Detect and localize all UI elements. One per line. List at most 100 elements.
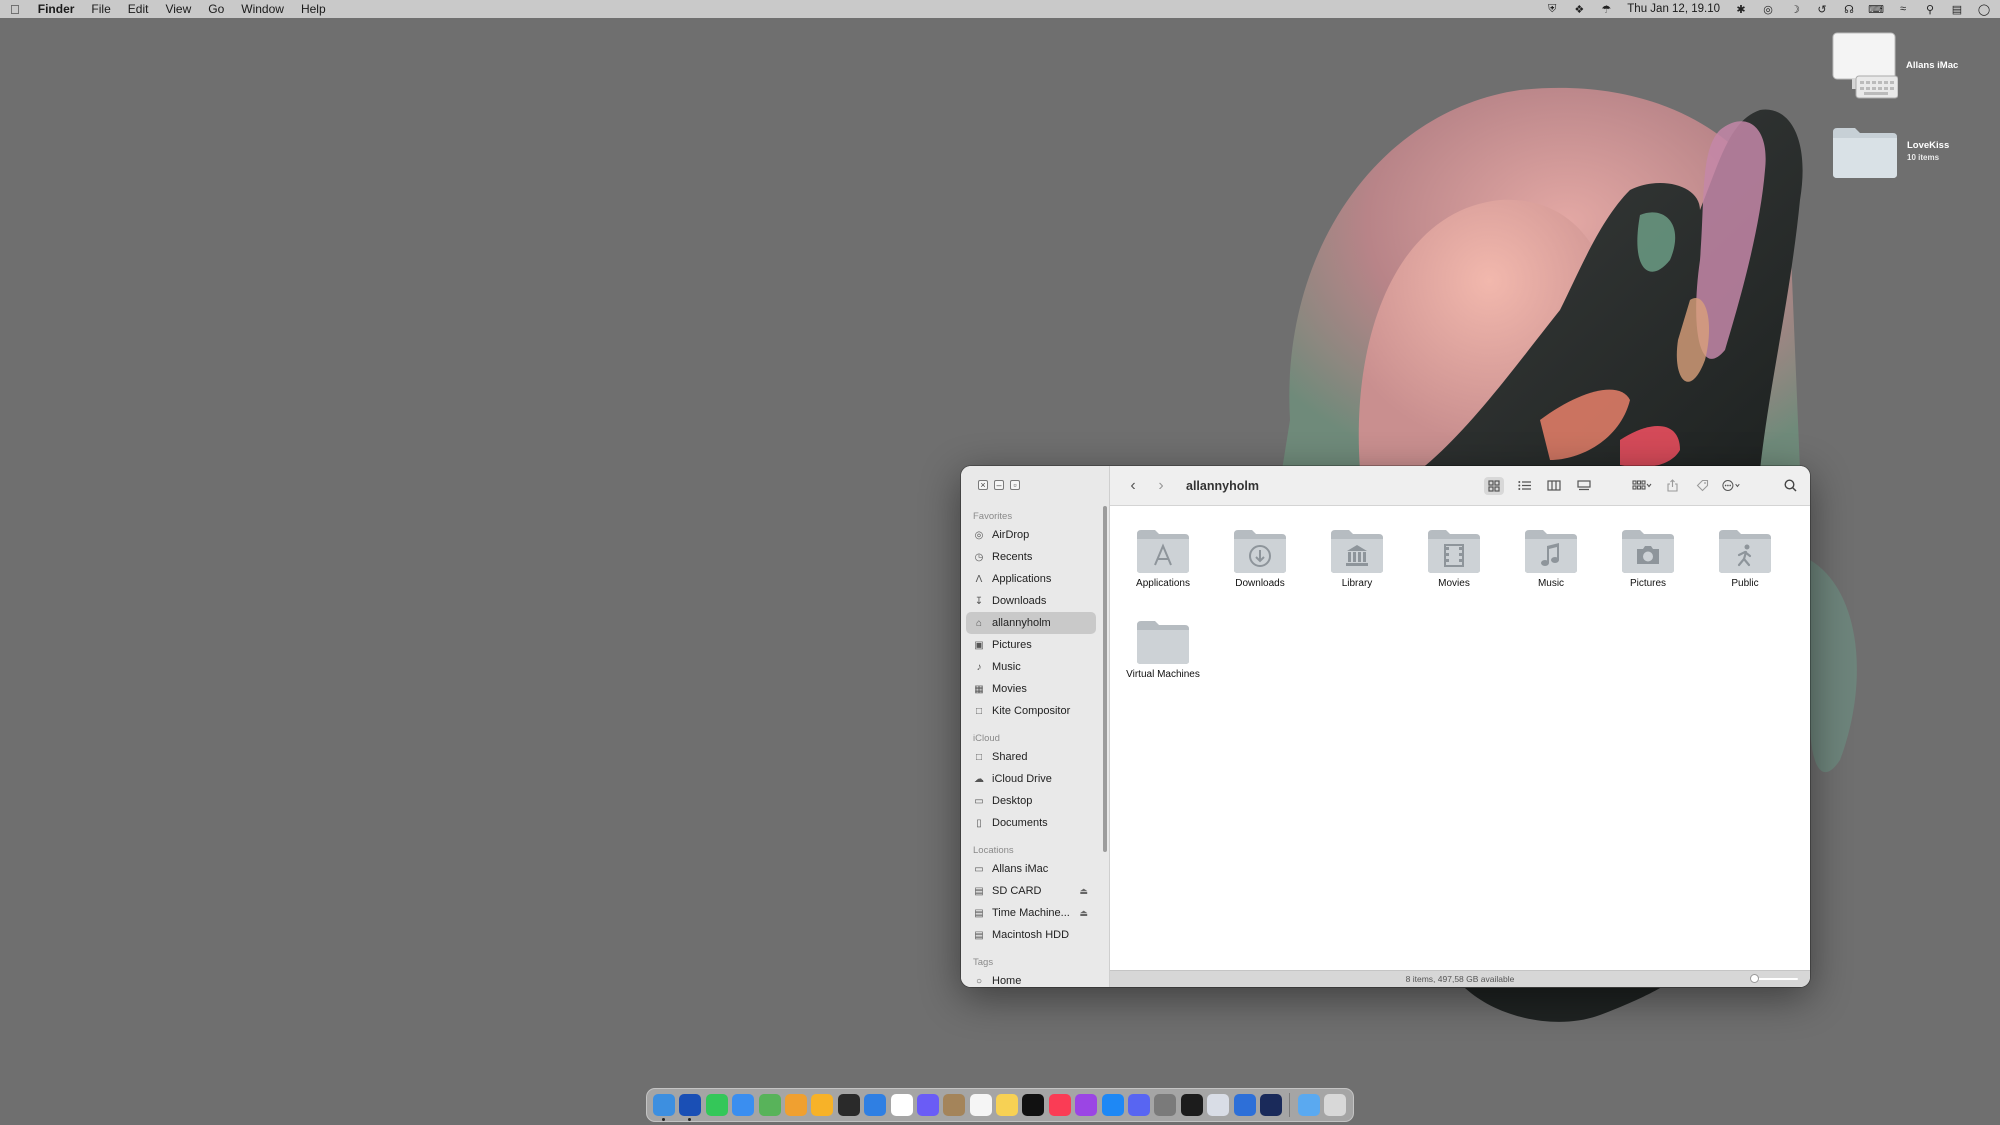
sidebar-item-recents[interactable]: ◷ Recents bbox=[966, 546, 1096, 568]
mail-icon[interactable] bbox=[732, 1094, 755, 1116]
sidebar-item-pictures[interactable]: ▣ Pictures bbox=[966, 634, 1096, 656]
sidebar-item-time-machine[interactable]: ▤ Time Machine... ⏏ bbox=[966, 902, 1096, 924]
trash-icon[interactable] bbox=[1324, 1094, 1347, 1116]
music-icon[interactable] bbox=[1048, 1094, 1071, 1116]
sidebar-item-applications[interactable]: Λ Applications bbox=[966, 568, 1096, 590]
sidebar-item-music[interactable]: ♪ Music bbox=[966, 656, 1096, 678]
bluetooth-icon[interactable]: ✱ bbox=[1735, 3, 1747, 16]
maps-icon[interactable] bbox=[758, 1094, 781, 1116]
pencil-app-icon[interactable] bbox=[1233, 1094, 1256, 1116]
file-item-movies[interactable]: Movies bbox=[1408, 528, 1500, 589]
menu-file[interactable]: File bbox=[91, 0, 110, 18]
apple-menu-icon[interactable]:  bbox=[10, 2, 20, 17]
file-item-virtual-machines[interactable]: Virtual Machines bbox=[1117, 619, 1209, 680]
sidebar-item-shared[interactable]: □ Shared bbox=[966, 746, 1096, 768]
headphones-icon[interactable]: ☊ bbox=[1843, 3, 1855, 16]
minimize-button[interactable]: – bbox=[994, 480, 1004, 490]
group-by-button[interactable] bbox=[1632, 477, 1652, 495]
notification-center-icon[interactable]: ◯ bbox=[1978, 3, 1990, 16]
video-app-icon[interactable] bbox=[1259, 1094, 1282, 1116]
column-view-button[interactable] bbox=[1544, 477, 1564, 495]
sidebar-item-downloads[interactable]: ↧ Downloads bbox=[966, 590, 1096, 612]
sidebar-item-sd-card[interactable]: ▤ SD CARD ⏏ bbox=[966, 880, 1096, 902]
preview-icon[interactable] bbox=[1207, 1094, 1230, 1116]
zoom-button[interactable]: ▫ bbox=[1010, 480, 1020, 490]
sidebar-item-kite-compositor[interactable]: □ Kite Compositor bbox=[966, 700, 1096, 722]
podcasts-icon[interactable] bbox=[1075, 1094, 1098, 1116]
list-view-button[interactable] bbox=[1514, 477, 1534, 495]
file-item-library[interactable]: Library bbox=[1311, 528, 1403, 589]
discord-icon[interactable] bbox=[1128, 1094, 1151, 1116]
file-item-pictures[interactable]: Pictures bbox=[1602, 528, 1694, 589]
safari-icon[interactable] bbox=[679, 1094, 702, 1121]
ellipsis-circle-icon bbox=[1722, 480, 1740, 491]
sidebar-item-label: allannyholm bbox=[992, 617, 1051, 629]
movies-folder-icon bbox=[1428, 530, 1480, 573]
settings-icon[interactable] bbox=[1154, 1094, 1177, 1116]
focus-moon-icon[interactable]: ☽ bbox=[1789, 3, 1801, 16]
messages-icon[interactable] bbox=[705, 1094, 728, 1116]
menu-view[interactable]: View bbox=[165, 0, 191, 18]
control-center-icon[interactable]: ▤ bbox=[1951, 3, 1963, 16]
eject-icon[interactable]: ⏏ bbox=[1079, 908, 1088, 919]
contacts-icon[interactable] bbox=[943, 1094, 966, 1116]
applications-icon: Λ bbox=[975, 573, 983, 585]
icon-size-slider[interactable] bbox=[1750, 974, 1798, 983]
sidebar-item-documents[interactable]: ▯ Documents bbox=[966, 812, 1096, 834]
forward-button[interactable]: › bbox=[1150, 477, 1172, 495]
gallery-view-button[interactable] bbox=[1574, 477, 1594, 495]
keyboard-icon[interactable]: ⌨ bbox=[1868, 3, 1884, 16]
icon-view-button[interactable] bbox=[1484, 476, 1504, 495]
menu-edit[interactable]: Edit bbox=[128, 0, 149, 18]
file-item-music[interactable]: Music bbox=[1505, 528, 1597, 589]
menu-window[interactable]: Window bbox=[241, 0, 284, 18]
sidebar-item-allans-imac[interactable]: ▭ Allans iMac bbox=[966, 858, 1096, 880]
sparkle-icon[interactable]: ❖ bbox=[1573, 3, 1585, 16]
file-item-downloads[interactable]: Downloads bbox=[1214, 528, 1306, 589]
notes-icon[interactable] bbox=[996, 1094, 1019, 1116]
shield-icon[interactable]: ⛨ bbox=[1546, 3, 1558, 15]
airdrop-status-icon[interactable]: ◎ bbox=[1762, 3, 1774, 16]
umbrella-icon[interactable]: ☂ bbox=[1600, 3, 1612, 16]
messenger-icon[interactable] bbox=[916, 1094, 939, 1116]
sidebar-scrollbar[interactable] bbox=[1103, 506, 1107, 852]
eject-icon[interactable]: ⏏ bbox=[1079, 886, 1088, 897]
menu-help[interactable]: Help bbox=[301, 0, 326, 18]
terminal-icon[interactable] bbox=[1180, 1094, 1203, 1116]
calendar-icon[interactable] bbox=[890, 1094, 913, 1116]
sidebar-item-movies[interactable]: ▦ Movies bbox=[966, 678, 1096, 700]
sidebar-item-icloud-drive[interactable]: ☁ iCloud Drive bbox=[966, 768, 1096, 790]
file-item-public[interactable]: Public bbox=[1699, 528, 1791, 589]
xcode-icon[interactable] bbox=[864, 1094, 887, 1116]
photos-icon[interactable] bbox=[784, 1094, 807, 1116]
wifi-icon[interactable]: ≈ bbox=[1897, 3, 1909, 15]
back-button[interactable]: ‹ bbox=[1122, 477, 1144, 495]
sidebar-item-tag-home[interactable]: ○ Home bbox=[966, 970, 1096, 987]
finder-icon[interactable] bbox=[653, 1094, 675, 1121]
desktop-icon-imac[interactable]: Allans iMac bbox=[1832, 32, 1958, 100]
spotlight-search-icon[interactable]: ⚲ bbox=[1924, 3, 1936, 16]
close-button[interactable]: × bbox=[978, 480, 988, 490]
menu-app-name[interactable]: Finder bbox=[38, 0, 75, 18]
figma-icon[interactable] bbox=[837, 1094, 860, 1116]
desktop-icon-lovekiss[interactable]: LoveKiss 10 items bbox=[1831, 124, 1949, 180]
tag-circle-icon: ○ bbox=[975, 975, 983, 987]
menu-clock[interactable]: Thu Jan 12, 19.10 bbox=[1627, 3, 1720, 15]
downloads-stack-icon[interactable] bbox=[1297, 1094, 1320, 1116]
sidebar-item-allannyholm[interactable]: ⌂ allannyholm bbox=[966, 612, 1096, 634]
appstore-icon[interactable] bbox=[1101, 1094, 1124, 1116]
sketch-icon[interactable] bbox=[811, 1094, 834, 1116]
sidebar-item-desktop[interactable]: ▭ Desktop bbox=[966, 790, 1096, 812]
tag-button[interactable] bbox=[1692, 477, 1712, 495]
slider-knob[interactable] bbox=[1750, 974, 1759, 983]
reminders-icon[interactable] bbox=[969, 1094, 992, 1116]
share-button[interactable] bbox=[1662, 477, 1682, 495]
tv-icon[interactable] bbox=[1022, 1094, 1045, 1116]
search-button[interactable] bbox=[1780, 477, 1800, 495]
file-item-applications[interactable]: Applications bbox=[1117, 528, 1209, 589]
sidebar-item-macintosh-hdd[interactable]: ▤ Macintosh HDD bbox=[966, 924, 1096, 946]
time-machine-icon[interactable]: ↺ bbox=[1816, 3, 1828, 16]
menu-go[interactable]: Go bbox=[208, 0, 224, 18]
sidebar-item-airdrop[interactable]: ◎ AirDrop bbox=[966, 524, 1096, 546]
more-actions-button[interactable] bbox=[1722, 477, 1742, 495]
